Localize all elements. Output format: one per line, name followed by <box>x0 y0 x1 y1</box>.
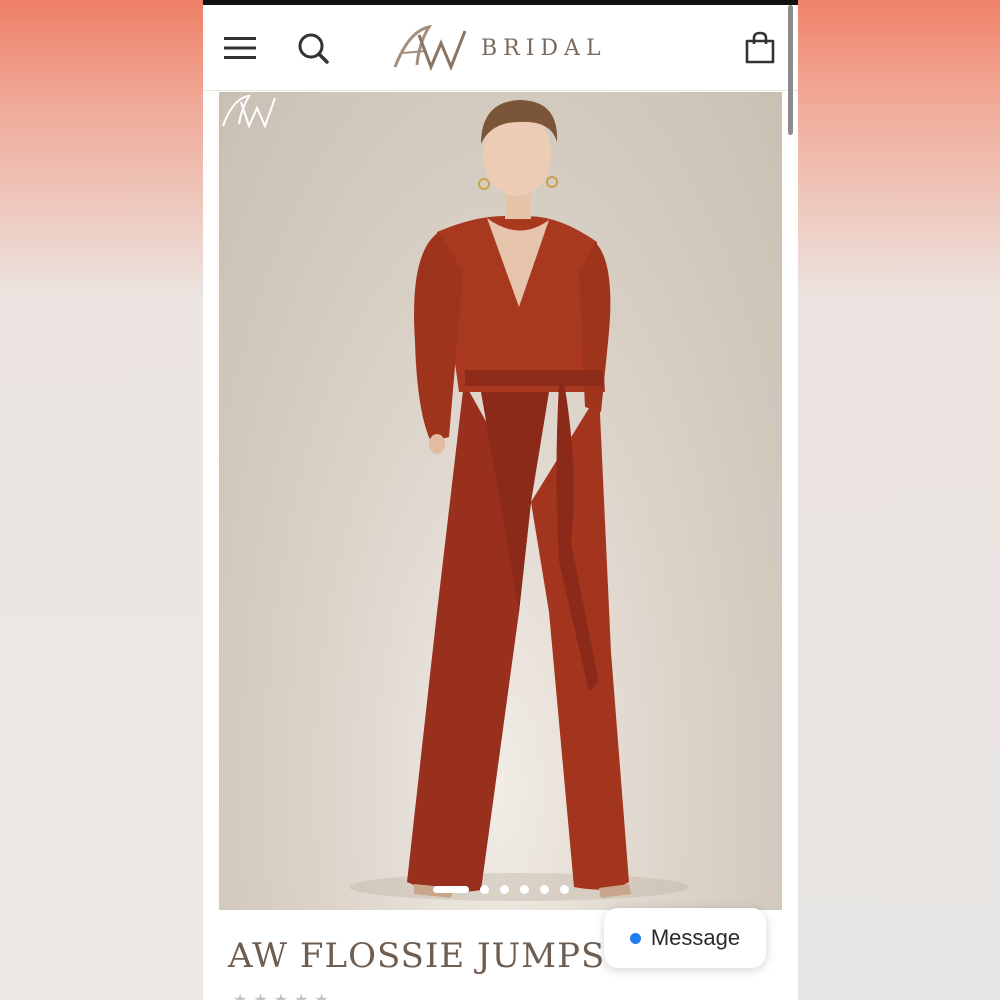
message-chat-button[interactable]: Message <box>604 908 766 968</box>
menu-icon[interactable] <box>224 35 256 61</box>
message-label: Message <box>650 925 741 950</box>
search-icon[interactable] <box>296 31 330 65</box>
brand-logo[interactable]: BRIDAL <box>389 21 619 77</box>
carousel-dot[interactable] <box>480 884 489 894</box>
site-header: BRIDAL <box>203 5 798 91</box>
shopping-bag-icon[interactable] <box>744 31 776 65</box>
carousel-dot[interactable] <box>540 884 549 894</box>
jumpsuit-model-illustration <box>349 100 689 901</box>
aw-logo-mark <box>393 24 467 72</box>
brand-name: BRIDAL <box>481 36 607 61</box>
carousel-dot[interactable] <box>560 884 569 894</box>
mobile-page: BRIDAL AW FLOSSIE JUMPSUIT <box>203 0 798 1000</box>
carousel-dot[interactable] <box>500 884 509 894</box>
image-watermark-logo <box>222 94 276 129</box>
online-status-dot <box>629 932 641 944</box>
background-right <box>798 0 1000 1000</box>
carousel-dot-active[interactable] <box>433 885 469 893</box>
carousel-dot[interactable] <box>520 884 529 894</box>
rating-stars[interactable]: ★★★★★ <box>233 990 335 1000</box>
carousel-indicator[interactable] <box>433 884 569 894</box>
product-image[interactable] <box>219 92 782 910</box>
scrollbar[interactable] <box>788 5 793 135</box>
background-left <box>0 0 203 1000</box>
